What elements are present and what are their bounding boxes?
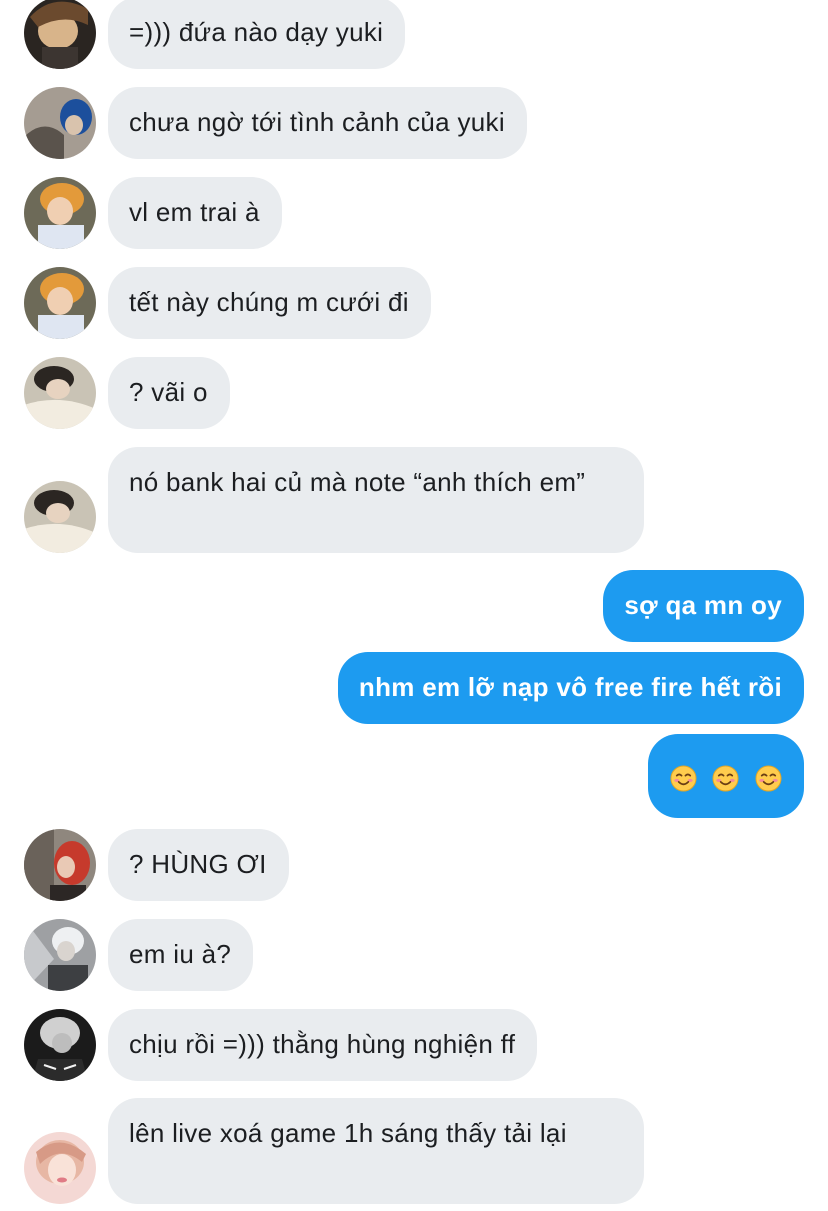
- message-row: chưa ngờ tới tình cảnh của yuki: [0, 87, 828, 159]
- message-row: =))) đứa nào dạy yuki: [0, 0, 828, 69]
- message-bubble-outgoing[interactable]: [647, 734, 804, 818]
- avatar[interactable]: [24, 267, 96, 339]
- avatar[interactable]: [24, 829, 96, 901]
- avatar[interactable]: [24, 919, 96, 991]
- smiling-face-icon: [755, 765, 782, 792]
- message-bubble[interactable]: vl em trai à: [108, 177, 282, 249]
- message-bubble-outgoing[interactable]: sợ qa mn oy: [603, 570, 804, 642]
- message-bubble[interactable]: lên live xoá game 1h sáng thấy tải lại: [108, 1098, 644, 1204]
- message-row: tết này chúng m cưới đi: [0, 267, 828, 339]
- avatar-grey-hair-bw-icon: [24, 1009, 96, 1081]
- message-bubble[interactable]: ? vãi o: [108, 357, 230, 429]
- avatar[interactable]: [24, 1009, 96, 1081]
- avatar-red-hair-icon: [24, 829, 96, 901]
- message-bubble[interactable]: =))) đứa nào dạy yuki: [108, 0, 406, 69]
- smiling-face-icon: [670, 765, 697, 792]
- message-row: chịu rồi =))) thằng hùng nghiện ff: [0, 1009, 828, 1081]
- avatar-white-hair-icon: [24, 919, 96, 991]
- avatar-orange-hair-icon: [24, 267, 96, 339]
- avatar[interactable]: [24, 177, 96, 249]
- chat-thread: =))) đứa nào dạy yuki chưa ngờ tới tình …: [0, 0, 828, 1211]
- message-bubble-outgoing[interactable]: nhm em lỡ nạp vô free fire hết rồi: [337, 652, 804, 724]
- avatar-blue-hair-icon: [24, 87, 96, 159]
- message-row: vl em trai à: [0, 177, 828, 249]
- message-row: lên live xoá game 1h sáng thấy tải lại: [0, 1098, 828, 1204]
- avatar-pillow-boy-icon: [24, 481, 96, 553]
- message-bubble[interactable]: em iu à?: [108, 919, 254, 991]
- message-row: ? HÙNG ƠI: [0, 829, 828, 901]
- avatar-pink-girl-icon: [24, 1132, 96, 1204]
- avatar-orange-hair-icon: [24, 177, 96, 249]
- message-bubble[interactable]: chưa ngờ tới tình cảnh của yuki: [108, 87, 527, 159]
- avatar[interactable]: [24, 481, 96, 553]
- message-bubble[interactable]: chịu rồi =))) thằng hùng nghiện ff: [108, 1009, 538, 1081]
- message-bubble[interactable]: tết này chúng m cưới đi: [108, 267, 431, 339]
- avatar-pillow-boy-icon: [24, 357, 96, 429]
- avatar[interactable]: [24, 357, 96, 429]
- message-row: [0, 734, 828, 818]
- emoji-group: [666, 759, 786, 793]
- message-bubble[interactable]: ? HÙNG ƠI: [108, 829, 289, 901]
- avatar[interactable]: [24, 1132, 96, 1204]
- smiling-face-icon: [712, 765, 739, 792]
- message-row: nó bank hai củ mà note “anh thích em”: [0, 447, 828, 553]
- message-row: nhm em lỡ nạp vô free fire hết rồi: [0, 652, 828, 724]
- avatar[interactable]: [24, 0, 96, 69]
- avatar-dark-hair-tan-icon: [24, 0, 96, 69]
- message-bubble[interactable]: nó bank hai củ mà note “anh thích em”: [108, 447, 644, 553]
- message-row: ? vãi o: [0, 357, 828, 429]
- avatar[interactable]: [24, 87, 96, 159]
- message-row: sợ qa mn oy: [0, 570, 828, 642]
- message-row: em iu à?: [0, 919, 828, 991]
